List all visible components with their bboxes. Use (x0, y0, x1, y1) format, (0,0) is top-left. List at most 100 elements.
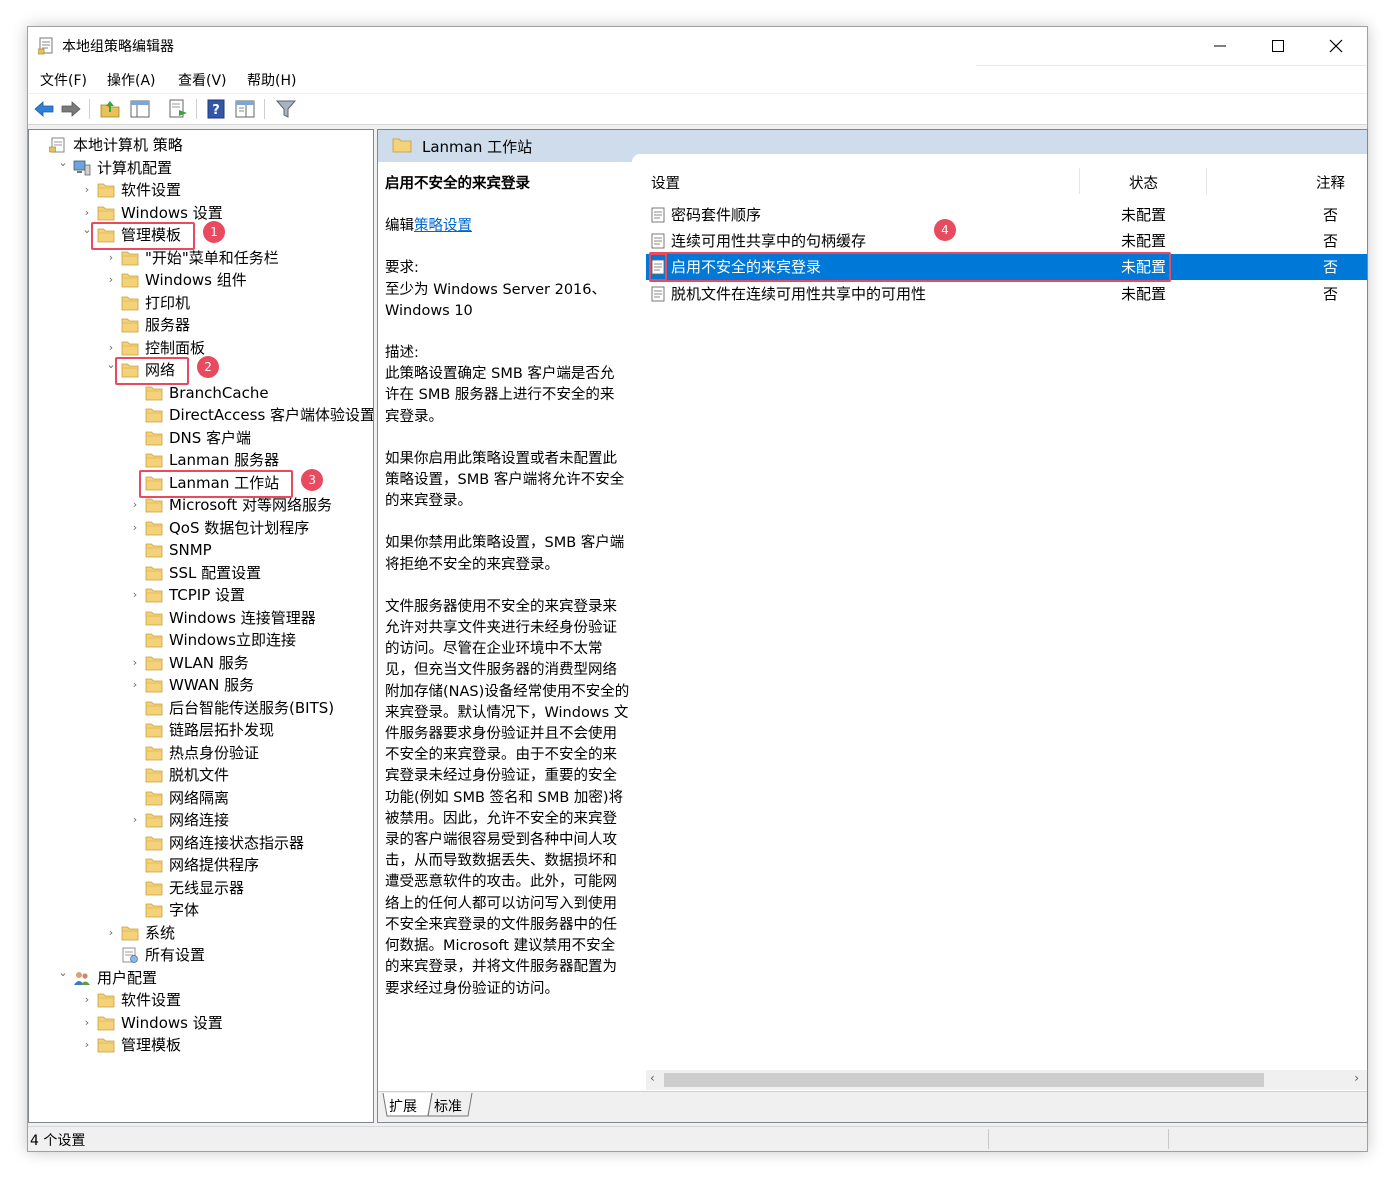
folder-icon (97, 182, 115, 198)
maximize-button[interactable] (1249, 27, 1307, 65)
setting-row[interactable]: 脱机文件在连续可用性共享中的可用性 未配置 否 (646, 281, 1367, 307)
tree-item[interactable]: SSL 配置设置 (29, 562, 373, 584)
tree-item[interactable]: › QoS 数据包计划程序 (29, 517, 373, 539)
forward-icon[interactable] (60, 98, 82, 120)
tree-item[interactable]: ⌄ 用户配置 (29, 966, 373, 989)
console-tree[interactable]: 本地计算机 策略 ⌄ 计算机配置 › 软件设置 › Windows 设置 ⌄ 管理模板 › "开始"… (28, 129, 374, 1123)
tree-item[interactable]: › 软件设置 (29, 179, 373, 201)
view-tabs: 扩展 标准 (378, 1091, 1367, 1122)
column-separator[interactable] (1206, 168, 1207, 194)
scrollbar-thumb[interactable] (664, 1073, 1264, 1087)
folder-icon (97, 1037, 115, 1053)
tree-item[interactable]: 脱机文件 (29, 764, 373, 786)
folder-icon (145, 655, 163, 671)
tree-item-label: DirectAccess 客户端体验设置 (169, 406, 374, 424)
expand-closed-icon[interactable]: › (81, 179, 93, 201)
policy-settings-link[interactable]: 策略设置 (414, 218, 472, 234)
policy-setting-icon (651, 286, 665, 302)
tree-item[interactable]: ⌄ 管理模板 (29, 223, 373, 246)
tab-extended[interactable]: 扩展 (389, 1096, 417, 1116)
expand-closed-icon[interactable]: › (129, 517, 141, 539)
tree-item[interactable]: 服务器 (29, 314, 373, 336)
tree-item[interactable]: › WWAN 服务 (29, 674, 373, 696)
tree-item[interactable]: 无线显示器 (29, 877, 373, 899)
tree-item[interactable]: BranchCache (29, 382, 373, 404)
tree-item[interactable]: 网络隔离 (29, 787, 373, 809)
expand-closed-icon[interactable]: › (129, 584, 141, 606)
tree-item-label: 服务器 (145, 316, 191, 334)
folder-icon (145, 902, 163, 918)
title-bar[interactable]: 本地组策略编辑器 (28, 27, 1367, 65)
tree-item[interactable]: Windows立即连接 (29, 629, 373, 651)
tree-item[interactable]: › 系统 (29, 922, 373, 944)
tree-item[interactable]: 打印机 (29, 292, 373, 314)
description-paragraph-4: 文件服务器使用不安全的来宾登录来 允许对共享文件夹进行未经身份验证 的访问。尽管… (385, 598, 630, 997)
tree-item[interactable]: › 软件设置 (29, 989, 373, 1011)
expand-closed-icon[interactable]: › (105, 922, 117, 944)
tree-item[interactable]: DNS 客户端 (29, 427, 373, 449)
tree-item[interactable]: 字体 (29, 899, 373, 921)
tree-item[interactable]: › "开始"菜单和任务栏 (29, 247, 373, 269)
tree-item[interactable]: › 网络连接 (29, 809, 373, 831)
tree-item[interactable]: 所有设置 (29, 944, 373, 966)
annotation-highlight (649, 253, 667, 282)
extended-description: 启用不安全的来宾登录 编辑策略设置 要求: 至少为 Windows Server… (385, 174, 639, 1000)
menu-view[interactable]: 查看(V) (178, 70, 227, 90)
menu-help[interactable]: 帮助(H) (247, 70, 296, 90)
tree-item[interactable]: › Windows 设置 (29, 1012, 373, 1034)
tree-item-label: 字体 (169, 901, 200, 919)
column-header-state[interactable]: 状态 (1129, 172, 1158, 193)
tree-item[interactable]: 本地计算机 策略 (29, 134, 373, 156)
scroll-left-icon[interactable]: ‹ (650, 1071, 655, 1085)
expand-closed-icon[interactable]: › (129, 674, 141, 696)
column-header-comment[interactable]: 注释 (1316, 172, 1345, 193)
tree-item[interactable]: 热点身份验证 (29, 742, 373, 764)
expand-closed-icon[interactable]: › (81, 1034, 93, 1056)
expand-closed-icon[interactable]: › (105, 269, 117, 291)
tree-item[interactable]: › 管理模板 (29, 1034, 373, 1056)
minimize-button[interactable] (1191, 27, 1249, 65)
expand-closed-icon[interactable]: › (81, 1012, 93, 1034)
menu-action[interactable]: 操作(A) (107, 70, 156, 90)
tree-item[interactable]: Lanman 服务器 (29, 449, 373, 471)
setting-row[interactable]: 连续可用性共享中的句柄缓存 未配置 否 (646, 228, 1367, 254)
details-header: Lanman 工作站 (378, 130, 1367, 162)
scroll-right-icon[interactable]: › (1354, 1071, 1359, 1085)
filter-icon[interactable] (275, 98, 297, 120)
tree-item[interactable]: 后台智能传送服务(BITS) (29, 697, 373, 719)
tree-item[interactable]: 网络连接状态指示器 (29, 832, 373, 854)
tree-item[interactable]: › WLAN 服务 (29, 652, 373, 674)
expand-open-icon[interactable]: ⌄ (57, 962, 69, 984)
close-button[interactable] (1307, 27, 1365, 65)
setting-row[interactable]: 密码套件顺序 未配置 否 (646, 202, 1367, 228)
settings-list[interactable]: 设置 状态 注释 密码套件顺序 未配置否连续可用性共享中的句柄缓存 未配置否启用不安… (646, 162, 1367, 1068)
tree-item[interactable]: SNMP (29, 539, 373, 561)
tree-item[interactable]: 网络提供程序 (29, 854, 373, 876)
help-icon[interactable]: ? (205, 98, 227, 120)
setting-name: 脱机文件在连续可用性共享中的可用性 (671, 284, 927, 303)
column-separator[interactable] (1079, 168, 1080, 194)
expand-closed-icon[interactable]: › (81, 989, 93, 1011)
back-icon[interactable] (33, 98, 55, 120)
minimize-icon (1214, 45, 1226, 47)
up-folder-icon[interactable] (99, 98, 121, 120)
properties-view-icon[interactable] (234, 98, 256, 120)
tree-item[interactable]: 链路层拓扑发现 (29, 719, 373, 741)
show-hide-tree-icon[interactable] (129, 98, 151, 120)
tree-item[interactable]: DirectAccess 客户端体验设置 (29, 404, 373, 426)
tree-item[interactable]: › TCPIP 设置 (29, 584, 373, 606)
menu-file[interactable]: 文件(F) (40, 70, 87, 90)
expand-closed-icon[interactable]: › (129, 809, 141, 831)
tree-item[interactable]: › 控制面板 (29, 337, 373, 359)
expand-open-icon[interactable]: ⌄ (57, 152, 69, 174)
expand-closed-icon[interactable]: › (129, 652, 141, 674)
tree-item[interactable]: Windows 连接管理器 (29, 607, 373, 629)
export-list-icon[interactable] (167, 98, 189, 120)
tree-item[interactable]: › Windows 组件 (29, 269, 373, 291)
setting-state: 未配置 (1121, 206, 1167, 224)
tab-standard[interactable]: 标准 (434, 1096, 462, 1116)
horizontal-scrollbar[interactable]: ‹ › (646, 1070, 1367, 1090)
tree-item[interactable]: ⌄ 计算机配置 (29, 156, 373, 179)
tree-item-label: WWAN 服务 (169, 676, 255, 694)
column-header-setting[interactable]: 设置 (651, 172, 680, 193)
